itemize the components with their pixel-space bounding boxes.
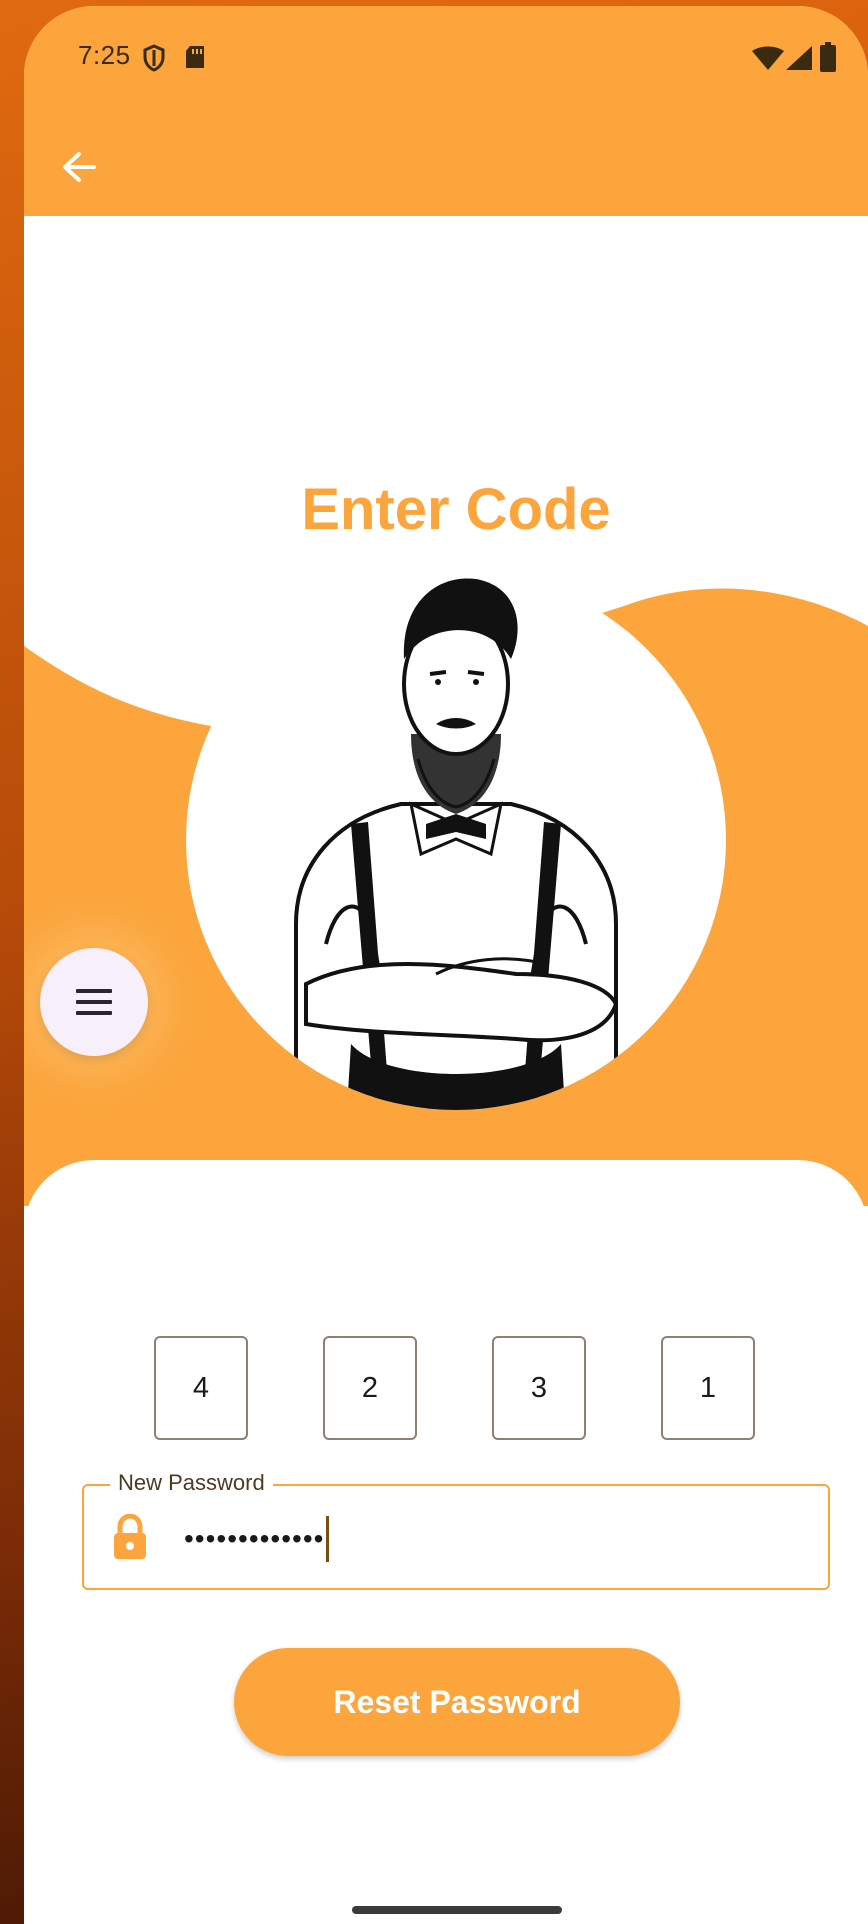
wifi-icon <box>752 46 784 70</box>
sd-card-icon <box>186 46 204 68</box>
reset-password-button[interactable]: Reset Password <box>234 1648 680 1756</box>
app-bar <box>24 106 868 220</box>
code-digit-2[interactable]: 2 <box>323 1336 417 1440</box>
text-caret <box>326 1516 330 1562</box>
new-password-field[interactable]: New Password ••••••••••••• <box>82 1470 830 1590</box>
shield-icon <box>143 44 165 72</box>
new-password-value[interactable]: ••••••••••••• <box>184 1516 330 1562</box>
barber-avatar-image <box>186 570 726 1110</box>
menu-fab[interactable] <box>40 948 148 1056</box>
status-time: 7:25 <box>78 40 131 70</box>
arrow-left-icon <box>63 152 96 182</box>
home-indicator[interactable] <box>352 1906 562 1914</box>
code-input-row: 4 2 3 1 <box>24 1336 868 1446</box>
back-button[interactable] <box>54 142 104 192</box>
lock-icon <box>114 1514 146 1559</box>
new-password-label: New Password <box>110 1470 273 1496</box>
phone-screen: 7:25 Enter Code 4 2 3 1 New Password •••… <box>24 6 868 1924</box>
menu-icon <box>76 989 112 1015</box>
code-digit-3[interactable]: 3 <box>492 1336 586 1440</box>
code-digit-4[interactable]: 1 <box>661 1336 755 1440</box>
code-digit-1[interactable]: 4 <box>154 1336 248 1440</box>
status-bar: 7:25 <box>24 6 868 106</box>
new-password-dots: ••••••••••••• <box>184 1523 325 1554</box>
page-title: Enter Code <box>301 477 611 542</box>
battery-icon <box>820 42 836 72</box>
signal-icon <box>786 46 812 70</box>
